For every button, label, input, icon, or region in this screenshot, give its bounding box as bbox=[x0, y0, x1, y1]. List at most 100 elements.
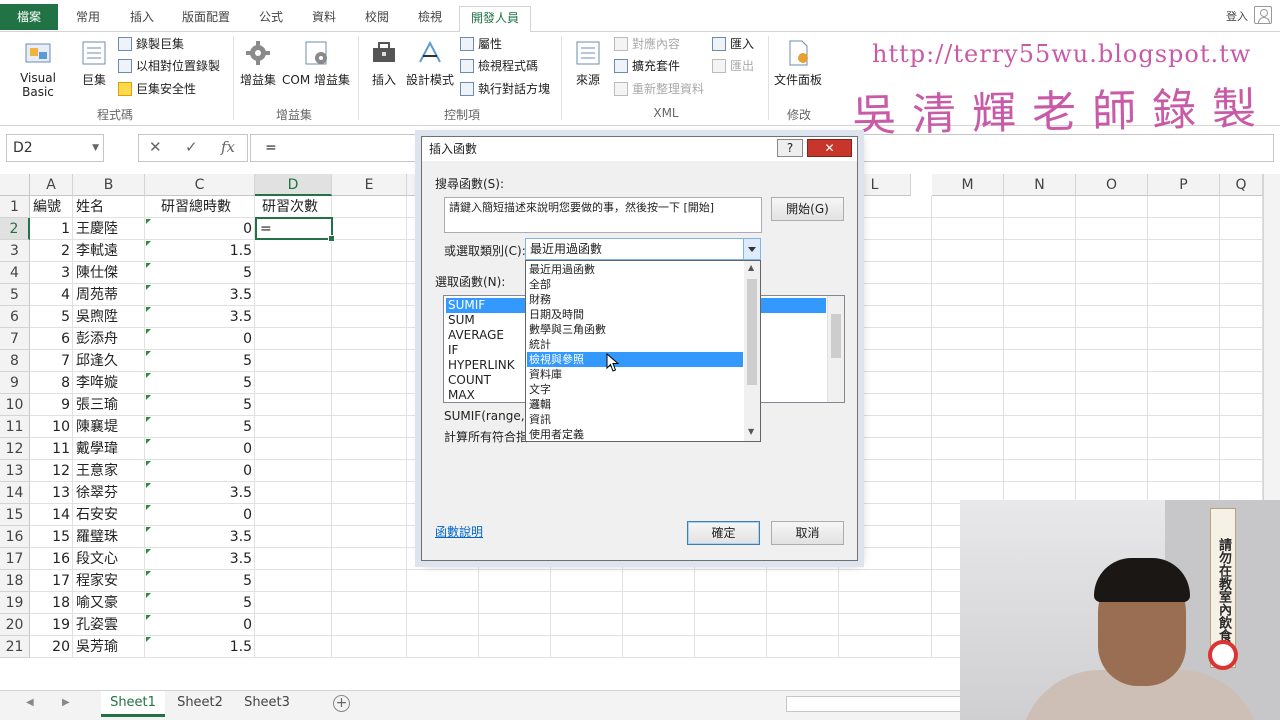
cell-c9[interactable]: 5 bbox=[145, 372, 255, 394]
scroll-up-icon[interactable]: ▲ bbox=[748, 263, 754, 272]
column-header-e[interactable]: E bbox=[332, 174, 407, 196]
cell-b3[interactable]: 李軾遠 bbox=[73, 240, 145, 262]
close-button[interactable]: ✕ bbox=[807, 139, 852, 157]
column-header-b[interactable]: B bbox=[73, 174, 145, 196]
cell-a18[interactable]: 17 bbox=[30, 570, 73, 592]
scrollbar-thumb[interactable] bbox=[831, 314, 841, 358]
tab-developer[interactable]: 開發人員 bbox=[459, 6, 531, 33]
column-header-o[interactable]: O bbox=[1076, 174, 1148, 196]
cell-a1[interactable]: 編號 bbox=[30, 196, 73, 218]
person-icon[interactable] bbox=[1254, 6, 1272, 24]
cell-c7[interactable]: 0 bbox=[145, 328, 255, 350]
cell-c5[interactable]: 3.5 bbox=[145, 284, 255, 306]
category-option[interactable]: 數學與三角函數 bbox=[527, 322, 743, 337]
function-help-link[interactable]: 函數說明 bbox=[435, 523, 483, 540]
row-header-9[interactable]: 9 bbox=[0, 372, 30, 394]
row-header-21[interactable]: 21 bbox=[0, 636, 30, 658]
sign-in-link[interactable]: 登入 bbox=[1226, 8, 1248, 24]
check-icon[interactable]: ✓ bbox=[185, 138, 198, 156]
cell-c6[interactable]: 3.5 bbox=[145, 306, 255, 328]
macro-security-button[interactable]: 巨集安全性 bbox=[118, 79, 196, 99]
error-indicator-icon[interactable] bbox=[146, 373, 151, 378]
error-indicator-icon[interactable] bbox=[146, 241, 151, 246]
run-dialog-button[interactable]: 執行對話方塊 bbox=[460, 79, 550, 99]
tab-home[interactable]: 常用 bbox=[70, 6, 106, 30]
cell-a19[interactable]: 18 bbox=[30, 592, 73, 614]
row-header-19[interactable]: 19 bbox=[0, 592, 30, 614]
row-header-8[interactable]: 8 bbox=[0, 350, 30, 372]
ok-button[interactable]: 確定 bbox=[687, 521, 760, 545]
cell-a10[interactable]: 9 bbox=[30, 394, 73, 416]
cell-b5[interactable]: 周苑蒂 bbox=[73, 284, 145, 306]
scroll-down-icon[interactable]: ▼ bbox=[748, 427, 754, 436]
cell-b17[interactable]: 段文心 bbox=[73, 548, 145, 570]
insert-function-icon[interactable]: fx bbox=[221, 138, 235, 156]
tab-formulas[interactable]: 公式 bbox=[252, 6, 290, 30]
error-indicator-icon[interactable] bbox=[146, 417, 151, 422]
row-header-11[interactable]: 11 bbox=[0, 416, 30, 438]
cell-b13[interactable]: 王意家 bbox=[73, 460, 145, 482]
cell-b6[interactable]: 吳煦陞 bbox=[73, 306, 145, 328]
error-indicator-icon[interactable] bbox=[146, 285, 151, 290]
sheet-tab-3[interactable]: Sheet3 bbox=[235, 691, 299, 717]
error-indicator-icon[interactable] bbox=[146, 571, 151, 576]
cell-c16[interactable]: 3.5 bbox=[145, 526, 255, 548]
row-header-6[interactable]: 6 bbox=[0, 306, 30, 328]
add-sheet-icon[interactable]: + bbox=[333, 695, 350, 712]
column-header-d[interactable]: D bbox=[255, 174, 332, 196]
search-input[interactable]: 請鍵入簡短描述來說明您要做的事，然後按一下 [開始] bbox=[444, 197, 762, 233]
map-properties-button[interactable]: 對應內容 bbox=[614, 34, 680, 54]
cell-c10[interactable]: 5 bbox=[145, 394, 255, 416]
cell-c3[interactable]: 1.5 bbox=[145, 240, 255, 262]
cell-b15[interactable]: 石安安 bbox=[73, 504, 145, 526]
category-option[interactable]: 日期及時間 bbox=[527, 307, 743, 322]
error-indicator-icon[interactable] bbox=[146, 549, 151, 554]
row-header-3[interactable]: 3 bbox=[0, 240, 30, 262]
cell-d1[interactable]: 研習次數 bbox=[255, 196, 332, 218]
cell-a13[interactable]: 12 bbox=[30, 460, 73, 482]
error-indicator-icon[interactable] bbox=[146, 395, 151, 400]
row-header-15[interactable]: 15 bbox=[0, 504, 30, 526]
import-button[interactable]: 匯入 bbox=[712, 34, 754, 54]
column-header-q[interactable]: Q bbox=[1220, 174, 1263, 196]
cell-b7[interactable]: 彭添舟 bbox=[73, 328, 145, 350]
category-option[interactable]: 資訊 bbox=[527, 412, 743, 427]
error-indicator-icon[interactable] bbox=[146, 307, 151, 312]
column-header-m[interactable]: M bbox=[932, 174, 1004, 196]
row-header-13[interactable]: 13 bbox=[0, 460, 30, 482]
go-button[interactable]: 開始(G) bbox=[771, 197, 844, 221]
row-header-20[interactable]: 20 bbox=[0, 614, 30, 636]
row-header-18[interactable]: 18 bbox=[0, 570, 30, 592]
error-indicator-icon[interactable] bbox=[146, 219, 151, 224]
dropdown-scrollbar[interactable]: ▲ ▼ bbox=[744, 261, 760, 441]
row-header-7[interactable]: 7 bbox=[0, 328, 30, 350]
addins-button[interactable]: 增益集 bbox=[238, 38, 278, 88]
row-header-16[interactable]: 16 bbox=[0, 526, 30, 548]
cell-a16[interactable]: 15 bbox=[30, 526, 73, 548]
cell-b19[interactable]: 喻又豪 bbox=[73, 592, 145, 614]
cell-c19[interactable]: 5 bbox=[145, 592, 255, 614]
macros-button[interactable]: 巨集 bbox=[76, 38, 112, 88]
record-macro-button[interactable]: 錄製巨集 bbox=[118, 34, 184, 54]
error-indicator-icon[interactable] bbox=[146, 483, 151, 488]
sheet-tab-1[interactable]: Sheet1 bbox=[101, 691, 165, 717]
cell-b8[interactable]: 邱逢久 bbox=[73, 350, 145, 372]
column-header-a[interactable]: A bbox=[30, 174, 73, 196]
error-indicator-icon[interactable] bbox=[146, 329, 151, 334]
cell-a6[interactable]: 5 bbox=[30, 306, 73, 328]
cell-b11[interactable]: 陳襄堤 bbox=[73, 416, 145, 438]
view-code-button[interactable]: 檢視程式碼 bbox=[460, 56, 538, 76]
tab-view[interactable]: 檢視 bbox=[410, 6, 450, 30]
error-indicator-icon[interactable] bbox=[146, 593, 151, 598]
cell-c15[interactable]: 0 bbox=[145, 504, 255, 526]
row-header-12[interactable]: 12 bbox=[0, 438, 30, 460]
error-indicator-icon[interactable] bbox=[146, 505, 151, 510]
error-indicator-icon[interactable] bbox=[146, 615, 151, 620]
refresh-data-button[interactable]: 重新整理資料 bbox=[614, 79, 704, 99]
chevron-down-icon[interactable] bbox=[743, 239, 760, 259]
name-box[interactable]: D2 ▼ bbox=[6, 134, 104, 162]
insert-control-button[interactable]: 插入 bbox=[364, 38, 404, 88]
row-header-1[interactable]: 1 bbox=[0, 196, 30, 218]
tab-page-layout[interactable]: 版面配置 bbox=[176, 6, 236, 30]
horizontal-scrollbar[interactable] bbox=[786, 696, 966, 712]
